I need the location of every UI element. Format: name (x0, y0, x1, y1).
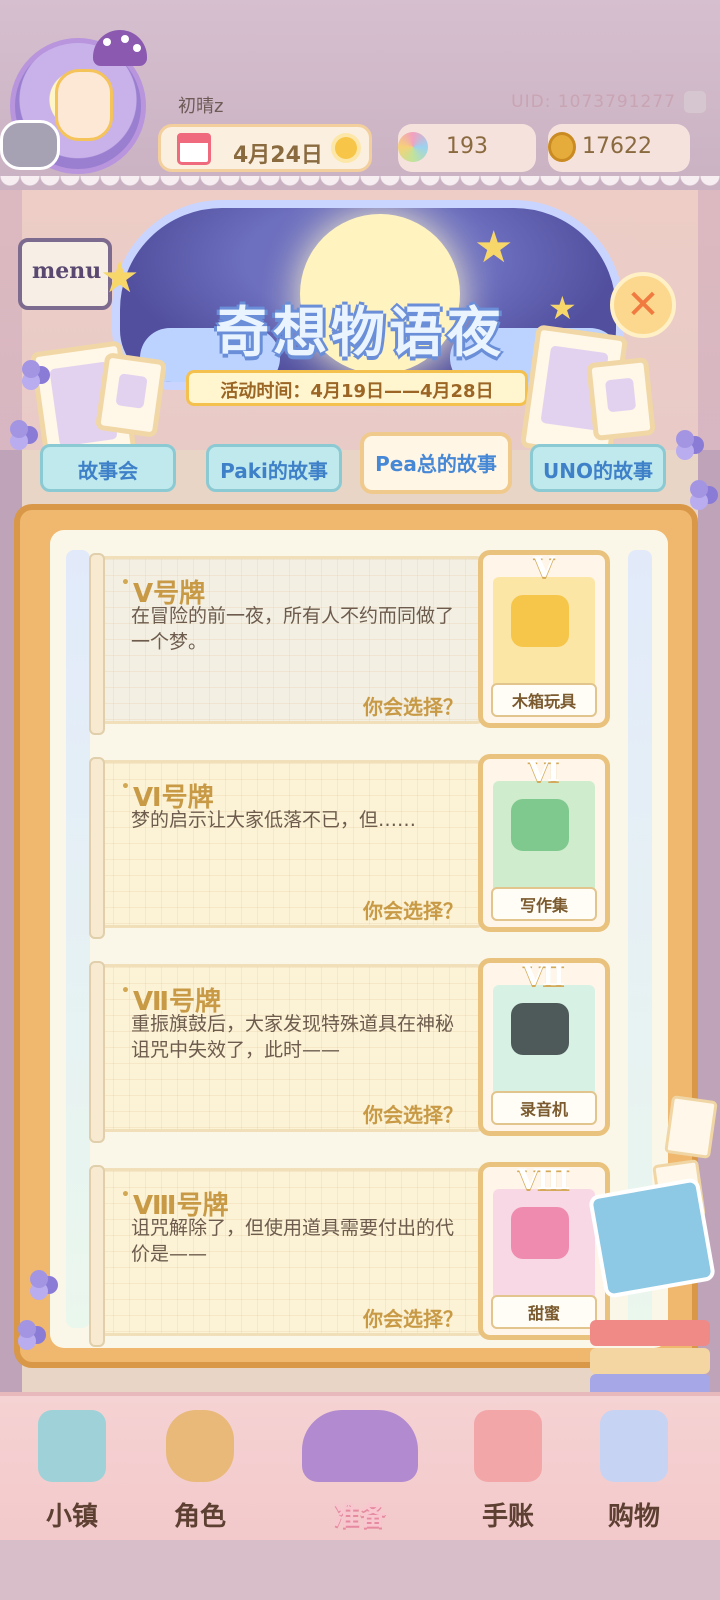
nav-notebook[interactable]: 手账 (458, 1410, 558, 1540)
nav-town[interactable]: 小镇 (22, 1410, 122, 1540)
nav-character[interactable]: 角色 (150, 1410, 250, 1540)
nav-label: 准备 (333, 1502, 386, 1532)
shopping-bag-icon (600, 1410, 668, 1482)
notebook-icon (474, 1410, 542, 1482)
tarot-name-banner: 录音机 (491, 1091, 597, 1125)
tab-label: Pea总的故事 (375, 452, 497, 476)
scallop-divider (0, 176, 720, 194)
nav-shopping[interactable]: 购物 (584, 1410, 684, 1540)
story-card-5[interactable]: Ⅴ号牌 在冒险的前一夜，所有人不约而同做了一个梦。 你会选择？ Ⅴ 木箱玩具 (89, 550, 610, 735)
tarot-card[interactable]: Ⅴ 木箱玩具 (478, 550, 610, 728)
tab-label: 故事会 (78, 459, 138, 483)
book-icon (590, 1348, 710, 1374)
mini-card-icon (664, 1095, 718, 1159)
tarot-numeral: Ⅶ (522, 959, 566, 992)
bottom-strip (0, 1540, 720, 1600)
tarot-card[interactable]: Ⅵ 写作集 (478, 754, 610, 932)
choice-prompt[interactable]: 你会选择？ (363, 691, 463, 720)
tarot-numeral: Ⅵ (527, 755, 561, 788)
story-paper: Ⅵ号牌 梦的启示让大家低落不已，但…… 你会选择？ (89, 757, 486, 939)
book-stack-icon (590, 1290, 710, 1400)
tab-label: Paki的故事 (220, 459, 328, 483)
event-period: 活动时间：4月19日——4月28日 (220, 381, 494, 402)
flower-icon (676, 430, 694, 448)
story-paper: Ⅴ号牌 在冒险的前一夜，所有人不约而同做了一个梦。 你会选择？ (89, 553, 486, 735)
sun-icon (335, 137, 357, 159)
hat-icon (302, 1410, 418, 1482)
close-button[interactable]: ✕ (610, 272, 676, 338)
story-description: 梦的启示让大家低落不已，但…… (131, 809, 417, 831)
avatar-portrait (55, 69, 113, 141)
gem-icon (398, 132, 428, 162)
story-description: 诅咒解除了，但使用道具需要付出的代价是—— (131, 1217, 455, 1265)
tarot-name: 录音机 (519, 1100, 568, 1119)
uid-label: UID: 1073791277 (511, 92, 676, 112)
story-description: 在冒险的前一夜，所有人不约而同做了一个梦。 (131, 605, 455, 653)
flower-icon (18, 1320, 36, 1338)
tab-story-meeting[interactable]: 故事会 (40, 444, 176, 492)
menu-sign-text: menu (32, 258, 102, 284)
map-icon (38, 1410, 106, 1482)
choice-prompt[interactable]: 你会选择？ (363, 895, 463, 924)
username: 初晴z (178, 96, 224, 117)
tarot-card[interactable]: Ⅶ 录音机 (478, 958, 610, 1136)
flower-icon (690, 480, 708, 498)
date-text: 4月24日 (233, 143, 323, 168)
event-period-ribbon: 活动时间：4月19日——4月28日 (186, 370, 528, 406)
nav-label: 购物 (607, 1502, 660, 1532)
gem-counter[interactable]: 193 (398, 124, 536, 172)
tab-paki-story[interactable]: Paki的故事 (206, 444, 342, 492)
gem-count: 193 (446, 134, 488, 159)
paper-stripe (66, 550, 90, 1328)
tarot-name-banner: 木箱玩具 (491, 683, 597, 717)
coin-icon (548, 132, 576, 162)
date-pill: 4月24日 (158, 124, 372, 172)
nav-label: 角色 (173, 1502, 226, 1532)
story-card-8[interactable]: Ⅷ号牌 诅咒解除了，但使用道具需要付出的代价是—— 你会选择？ Ⅷ 甜蜜 (89, 1162, 610, 1347)
story-paper: Ⅷ号牌 诅咒解除了，但使用道具需要付出的代价是—— 你会选择？ (89, 1165, 486, 1347)
star-icon: ★ (474, 222, 514, 273)
candy-icon (511, 1207, 569, 1259)
tab-label: UNO的故事 (543, 459, 653, 483)
flower-icon (22, 360, 40, 378)
nav-label: 手账 (481, 1502, 534, 1532)
flower-icon (30, 1270, 48, 1288)
story-card-7[interactable]: Ⅶ号牌 重振旗鼓后，大家发现特殊道具在神秘诅咒中失效了，此时—— 你会选择？ Ⅶ… (89, 958, 610, 1143)
book-icon (511, 799, 569, 851)
book-icon (590, 1320, 710, 1346)
character-icon (166, 1410, 234, 1482)
deco-card (94, 352, 168, 438)
copy-icon[interactable] (684, 91, 706, 113)
nav-label: 小镇 (45, 1502, 98, 1532)
toy-box-icon (511, 595, 569, 647)
coin-counter[interactable]: 17622 (548, 124, 690, 172)
story-paper: Ⅶ号牌 重振旗鼓后，大家发现特殊道具在神秘诅咒中失效了，此时—— 你会选择？ (89, 961, 486, 1143)
calendar-icon (177, 133, 211, 165)
choice-prompt[interactable]: 你会选择？ (363, 1303, 463, 1332)
cat-icon (0, 120, 60, 170)
story-description: 重振旗鼓后，大家发现特殊道具在神秘诅咒中失效了，此时—— (131, 1013, 455, 1061)
tarot-name: 木箱玩具 (511, 692, 576, 711)
tarot-name: 写作集 (519, 896, 568, 915)
coin-count: 17622 (582, 134, 652, 159)
tarot-name-banner: 甜蜜 (491, 1295, 597, 1329)
nav-prepare[interactable]: 准备 (292, 1410, 428, 1540)
tarot-name-banner: 写作集 (491, 887, 597, 921)
close-icon: ✕ (626, 282, 660, 328)
tarot-name: 甜蜜 (527, 1304, 560, 1323)
choice-prompt[interactable]: 你会选择？ (363, 1099, 463, 1128)
tab-pea-story[interactable]: Pea总的故事 (360, 432, 512, 494)
flower-icon (10, 420, 28, 438)
deco-card (586, 356, 656, 442)
open-book-icon (587, 1177, 717, 1299)
bottom-navigation: 小镇 角色 准备 手账 购物 (0, 1392, 720, 1544)
radio-icon (511, 1003, 569, 1055)
tarot-numeral: Ⅷ (517, 1163, 571, 1196)
story-card-6[interactable]: Ⅵ号牌 梦的启示让大家低落不已，但…… 你会选择？ Ⅵ 写作集 (89, 754, 610, 939)
tarot-numeral: Ⅴ (533, 551, 555, 584)
tab-uno-story[interactable]: UNO的故事 (530, 444, 666, 492)
